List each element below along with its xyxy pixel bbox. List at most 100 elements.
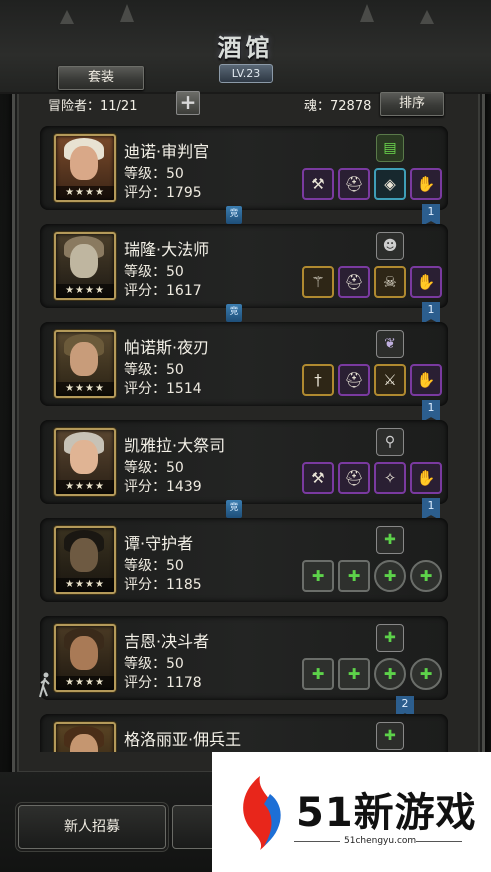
soul-count: 魂：72878 — [304, 99, 372, 114]
walking-figure-icon — [39, 672, 50, 698]
portrait-face — [70, 146, 98, 180]
compete-tag: 竞 — [226, 206, 242, 224]
empty-slot-icon[interactable]: ✚ — [302, 560, 334, 592]
rank-flag: 1 — [422, 204, 440, 226]
recruit-button[interactable]: 新人招募 — [18, 805, 166, 849]
helmet-slot-icon[interactable]: ⛑ — [338, 168, 370, 200]
hero-stars: ★★★★ — [56, 284, 114, 298]
hero-portrait — [54, 722, 116, 752]
staff-slot-icon[interactable]: ⚚ — [302, 266, 334, 298]
hero-list[interactable]: ★★★★ 迪诺·审判官 等级：50 评分：1795 ▤ ⚒ ⛑ ◈ ✋ 竞 1 … — [40, 118, 448, 752]
frame-spike — [60, 10, 74, 24]
necklace-slot-icon[interactable]: ⚲ — [376, 428, 404, 456]
frame-spike — [120, 4, 134, 22]
equipment-row: ⚚ ⛑ ☠ ✋ — [302, 266, 442, 298]
mask-slot-icon[interactable]: ☻ — [376, 232, 404, 260]
empty-slot-icon[interactable]: ✚ — [410, 560, 442, 592]
hero-card-jean[interactable]: ★★★★ 吉恩·决斗者 等级：50 评分：1178 ✚ ✚ ✚ ✚ ✚ — [40, 616, 448, 700]
add-slot-button[interactable]: + — [176, 91, 200, 115]
frame-spike — [420, 10, 434, 24]
empty-slot-icon[interactable]: ✚ — [338, 560, 370, 592]
hero-name: 瑞隆·大法师 — [124, 240, 210, 259]
hero-portrait: ★★★★ — [54, 624, 116, 692]
sort-button[interactable]: 排序 — [380, 92, 444, 116]
hero-card-tan[interactable]: ★★★★ 谭·守护者 等级：50 评分：1185 ✚ ✚ ✚ ✚ ✚ — [40, 518, 448, 602]
relic-slot-icon[interactable]: ▤ — [376, 134, 404, 162]
empty-relic-slot-icon[interactable]: ✚ — [376, 722, 404, 750]
hero-score: 评分：1178 — [124, 675, 202, 691]
hero-portrait: ★★★★ — [54, 134, 116, 202]
empty-relic-slot-icon[interactable]: ✚ — [376, 624, 404, 652]
tavern-level-badge: LV.23 — [219, 64, 273, 83]
helmet-slot-icon[interactable]: ⛑ — [338, 266, 370, 298]
empty-slot-icon[interactable]: ✚ — [374, 560, 406, 592]
hero-stars: ★★★★ — [56, 578, 114, 592]
portrait-face — [70, 440, 98, 474]
glove-slot-icon[interactable]: ✋ — [410, 168, 442, 200]
weapon-slot-icon[interactable]: ⚒ — [302, 168, 334, 200]
portrait-face — [70, 342, 98, 376]
rank-flag: 1 — [422, 302, 440, 324]
hero-portrait: ★★★★ — [54, 330, 116, 398]
empty-slot-icon[interactable]: ✚ — [338, 658, 370, 690]
glove-slot-icon[interactable]: ✋ — [410, 266, 442, 298]
skull-slot-icon[interactable]: ☠ — [374, 266, 406, 298]
equipment-row: † ⛑ ⚔ ✋ — [302, 364, 442, 396]
hero-name: 谭·守护者 — [124, 534, 194, 553]
watermark-rule — [416, 841, 462, 842]
rank-flag: 1 — [422, 498, 440, 520]
hero-score: 评分：1439 — [124, 479, 202, 495]
watermark-url: 51chengyu.com — [344, 836, 417, 846]
empty-slot-icon[interactable]: ✚ — [302, 658, 334, 690]
watermark-brand: 51新游戏 — [296, 790, 477, 836]
empty-relic-slot-icon[interactable]: ✚ — [376, 526, 404, 554]
empty-slot-icon[interactable]: ✚ — [374, 658, 406, 690]
hero-level: 等级：50 — [124, 362, 184, 378]
hero-level: 等级：50 — [124, 166, 184, 182]
hero-level: 等级：50 — [124, 558, 184, 574]
equipment-row: ⚒ ⛑ ◈ ✋ — [302, 168, 442, 200]
page-title: 酒馆 — [217, 33, 274, 62]
hero-card-rylon[interactable]: ★★★★ 瑞隆·大法师 等级：50 评分：1617 ☻ ⚚ ⛑ ☠ ✋ — [40, 224, 448, 308]
helmet-slot-icon[interactable]: ⛑ — [338, 462, 370, 494]
hero-stars: ★★★★ — [56, 186, 114, 200]
dagger-slot-icon[interactable]: † — [302, 364, 334, 396]
equipment-row: ✚ ✚ ✚ ✚ — [302, 560, 442, 592]
portrait-face — [70, 244, 98, 278]
glove-slot-icon[interactable]: ✋ — [410, 462, 442, 494]
hero-card-gloria[interactable]: 格洛丽亚·佣兵王 ✚ — [40, 714, 448, 752]
watermark-rule — [294, 841, 340, 842]
compete-tag: 竞 — [226, 304, 242, 322]
hero-score: 评分：1185 — [124, 577, 202, 593]
hero-level: 等级：50 — [124, 460, 184, 476]
hero-name: 吉恩·决斗者 — [124, 632, 210, 651]
hero-stars: ★★★★ — [56, 480, 114, 494]
cloak-slot-icon[interactable]: ❦ — [376, 330, 404, 358]
hero-name: 迪诺·审判官 — [124, 142, 210, 161]
empty-slot-icon[interactable]: ✚ — [410, 658, 442, 690]
armor-slot-icon[interactable]: ◈ — [374, 168, 406, 200]
hero-score: 评分：1514 — [124, 381, 202, 397]
adventurer-count: 冒险者：11/21 — [48, 99, 138, 114]
hero-stars: ★★★★ — [56, 382, 114, 396]
hero-level: 等级：50 — [124, 656, 184, 672]
hero-portrait: ★★★★ — [54, 428, 116, 496]
hero-stars: ★★★★ — [56, 676, 114, 690]
frame-spike — [360, 4, 374, 22]
hero-card-kaiyala[interactable]: ★★★★ 凯雅拉·大祭司 等级：50 评分：1439 ⚲ ⚒ ⛑ ✧ ✋ — [40, 420, 448, 504]
hero-name: 帕诺斯·夜刃 — [124, 338, 210, 357]
hero-score: 评分：1795 — [124, 185, 202, 201]
hero-level: 等级：50 — [124, 264, 184, 280]
hero-card-dino[interactable]: ★★★★ 迪诺·审判官 等级：50 评分：1795 ▤ ⚒ ⛑ ◈ ✋ — [40, 126, 448, 210]
rank-flag: 1 — [422, 400, 440, 422]
compete-tag: 竞 — [226, 500, 242, 518]
blade-slot-icon[interactable]: ⚔ — [374, 364, 406, 396]
hero-card-panos[interactable]: ★★★★ 帕诺斯·夜刃 等级：50 评分：1514 ❦ † ⛑ ⚔ ✋ — [40, 322, 448, 406]
rune-slot-icon[interactable]: ✧ — [374, 462, 406, 494]
helmet-slot-icon[interactable]: ⛑ — [338, 364, 370, 396]
glove-slot-icon[interactable]: ✋ — [410, 364, 442, 396]
mace-slot-icon[interactable]: ⚒ — [302, 462, 334, 494]
set-button[interactable]: 套装 — [58, 66, 144, 90]
watermark-logo — [243, 776, 281, 850]
watermark: 51新游戏 51chengyu.com — [212, 752, 491, 872]
